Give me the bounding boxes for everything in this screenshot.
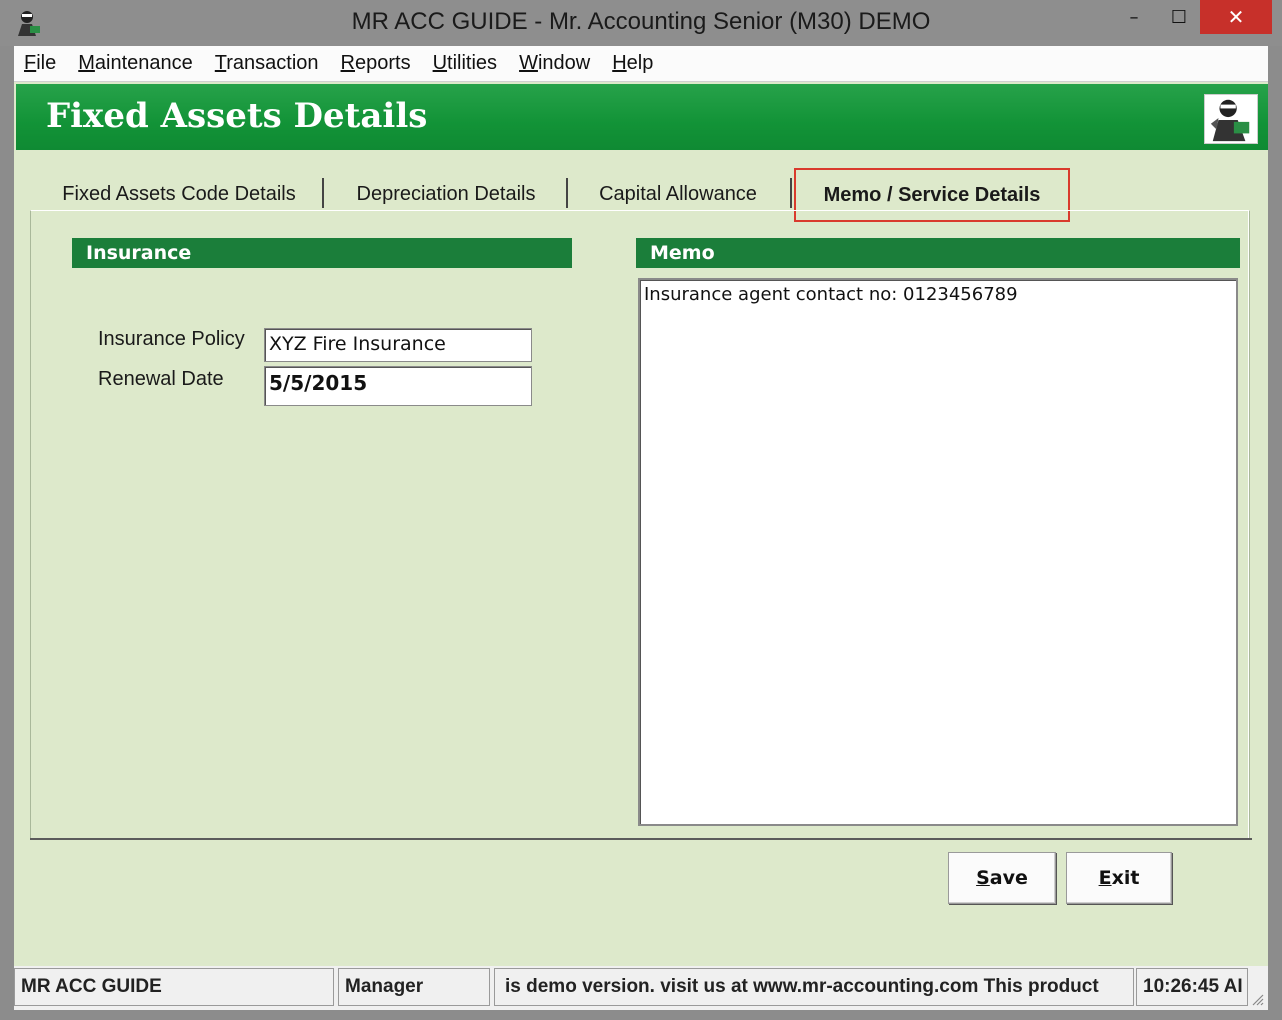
mascot-logo-icon <box>1204 94 1258 144</box>
status-time: 10:26:45 AI <box>1136 968 1248 1006</box>
memo-textarea[interactable]: Insurance agent contact no: 0123456789 <box>638 278 1238 826</box>
tab-fixed-assets-code-details[interactable]: Fixed Assets Code Details <box>34 178 324 210</box>
status-message: is demo version. visit us at www.mr-acco… <box>494 968 1134 1006</box>
form-header: Fixed Assets Details <box>16 84 1268 150</box>
window-title: MR ACC GUIDE - Mr. Accounting Senior (M3… <box>351 8 931 35</box>
status-app-name: MR ACC GUIDE <box>14 968 334 1006</box>
status-bar: MR ACC GUIDE Manager is demo version. vi… <box>14 966 1268 1010</box>
menu-transaction[interactable]: Transaction <box>215 52 319 75</box>
menu-help[interactable]: Help <box>612 52 653 75</box>
memo-section-header: Memo <box>636 238 1240 268</box>
menu-file[interactable]: File <box>24 52 56 75</box>
title-bar[interactable]: MR ACC GUIDE - Mr. Accounting Senior (M3… <box>0 0 1282 46</box>
tab-separator <box>566 178 568 208</box>
menu-maintenance[interactable]: Maintenance <box>78 52 193 75</box>
close-button[interactable]: ✕ <box>1200 0 1272 34</box>
menu-window[interactable]: Window <box>519 52 590 75</box>
maximize-button[interactable]: ☐ <box>1158 0 1200 34</box>
resize-grip-icon[interactable] <box>1250 992 1264 1006</box>
minimize-button[interactable]: – <box>1110 0 1158 34</box>
exit-button[interactable]: Exit <box>1066 852 1172 904</box>
page-title: Fixed Assets Details <box>46 96 428 136</box>
tab-capital-allowance[interactable]: Capital Allowance <box>570 178 786 210</box>
status-user: Manager <box>338 968 490 1006</box>
menu-reports[interactable]: Reports <box>341 52 411 75</box>
panel-divider <box>30 838 1252 840</box>
form-client-area: Fixed Assets Details Fixed Assets Code D… <box>14 82 1268 966</box>
tab-separator <box>790 178 792 208</box>
tab-depreciation-details[interactable]: Depreciation Details <box>326 178 566 210</box>
insurance-policy-label: Insurance Policy <box>98 328 245 350</box>
save-button[interactable]: Save <box>948 852 1056 904</box>
menu-bar: File Maintenance Transaction Reports Uti… <box>14 46 1268 82</box>
menu-utilities[interactable]: Utilities <box>433 52 497 75</box>
app-window: MR ACC GUIDE - Mr. Accounting Senior (M3… <box>0 0 1282 1020</box>
renewal-date-input[interactable]: 5/5/2015 <box>264 366 532 406</box>
renewal-date-label: Renewal Date <box>98 368 224 390</box>
insurance-policy-input[interactable]: XYZ Fire Insurance <box>264 328 532 362</box>
tab-separator <box>322 178 324 208</box>
insurance-section-header: Insurance <box>72 238 572 268</box>
